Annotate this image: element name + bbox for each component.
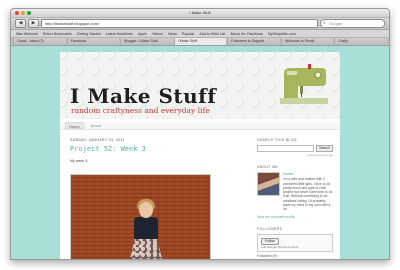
blog-search: Search [257,145,333,152]
post-title[interactable]: Project 52: Week 3 [70,145,235,153]
browser-tab[interactable]: Facebook [66,38,120,45]
search-heading: SEARCH THIS BLOG [257,138,297,142]
photo-body [134,217,158,239]
bookmark-item[interactable]: Yahoo! [152,32,163,36]
browser-tab[interactable]: Crafty [334,38,388,45]
profile-link[interactable]: View my complete profile [257,215,333,219]
browser-tab[interactable]: Welcome to Picnik [280,38,334,45]
search-icon: ⌕ [323,20,326,26]
blog-nav-tabs: Home About [60,122,340,130]
blog-page: I Make Stuff random craftyness and every… [60,52,340,259]
bookmark-item[interactable]: Select Bookmarks [43,32,72,36]
bookmark-item[interactable]: About Us: Facebook [230,32,263,36]
post-body: My week 3: [70,159,89,163]
about-text: Marisa I'm a wife and mother with 2 wond… [283,172,333,212]
bookmark-item[interactable]: Latest Headlines [106,32,133,36]
tab-bar: Gmail - Inbox (3) Facebook Blogger: I Make… [11,38,389,46]
author-name[interactable]: Marisa [283,172,333,176]
blog-search-input[interactable] [257,145,315,152]
browser-tab[interactable]: Gmail - Inbox (3) [13,38,66,45]
blog-post: SUNDAY, JANUARY 23, 2011 Project 52: Wee… [70,138,235,259]
bookmark-item[interactable]: Add to Wish List [199,32,225,36]
sewing-machine-icon [280,64,328,104]
about-heading: ABOUT ME [257,165,279,169]
about-description: I'm a wife and mother with 2 wonderful l… [283,177,333,212]
post-photo[interactable] [70,174,211,259]
browser-tab[interactable]: Followers to Support [227,38,280,45]
blog-title[interactable]: I Make Stuff [70,86,216,106]
bookmark-item[interactable]: MyShopAttic.com [268,32,296,36]
photo-face [139,202,153,218]
bookmark-item[interactable]: Mac Webmail [16,32,38,36]
browser-tab[interactable]: Blogger: I Make Stuff [120,38,173,45]
address-bar[interactable]: http://imakestuff.blogspot.com/ [41,19,318,28]
window-title: I Make Stuff [189,10,211,15]
gfc-text: with Google Friend Connect [261,244,299,249]
browser-window: I Make Stuff ◀ ▶ http://imakestuff.blogs… [10,8,390,260]
bookmark-item[interactable]: Popular [182,32,194,36]
followers-widget: Follow with Google Friend Connect [257,233,333,252]
bookmarks-bar: Mac Webmail Select Bookmarks Getting Start… [11,30,389,38]
blog-search-button[interactable]: Search [316,145,333,152]
avatar[interactable] [257,172,280,196]
about-section: Marisa I'm a wife and mother with 2 wond… [257,172,333,212]
powered-by-text: powered by Google [306,153,333,157]
bookmark-item[interactable]: Apple [138,32,147,36]
post-date: SUNDAY, JANUARY 23, 2011 [70,138,125,142]
sidebar: SEARCH THIS BLOG Search powered by Googl… [257,138,333,258]
search-placeholder: Google [329,21,342,26]
tab-about[interactable]: About [88,122,104,129]
blog-header: I Make Stuff random craftyness and every… [60,52,340,119]
bookmark-item[interactable]: News [168,32,177,36]
search-field[interactable]: ⌕ Google [320,19,385,28]
tab-home[interactable]: Home [65,122,84,129]
browser-tab[interactable]: I Make Stuff [173,38,227,45]
bookmark-item[interactable]: Getting Started [77,32,101,36]
title-bar: I Make Stuff [11,9,389,18]
followers-count: Followers (9) [257,253,277,258]
follow-button[interactable]: Follow [261,237,279,245]
forward-button[interactable]: ▶ [28,19,39,28]
followers-heading: FOLLOWERS [257,226,283,231]
page-viewport: I Make Stuff random craftyness and every… [11,46,389,259]
blog-description: random craftyness and everyday life [71,106,210,115]
back-button[interactable]: ◀ [15,19,26,28]
navigation-toolbar: ◀ ▶ http://imakestuff.blogspot.com/ ⌕ Go… [11,18,389,30]
